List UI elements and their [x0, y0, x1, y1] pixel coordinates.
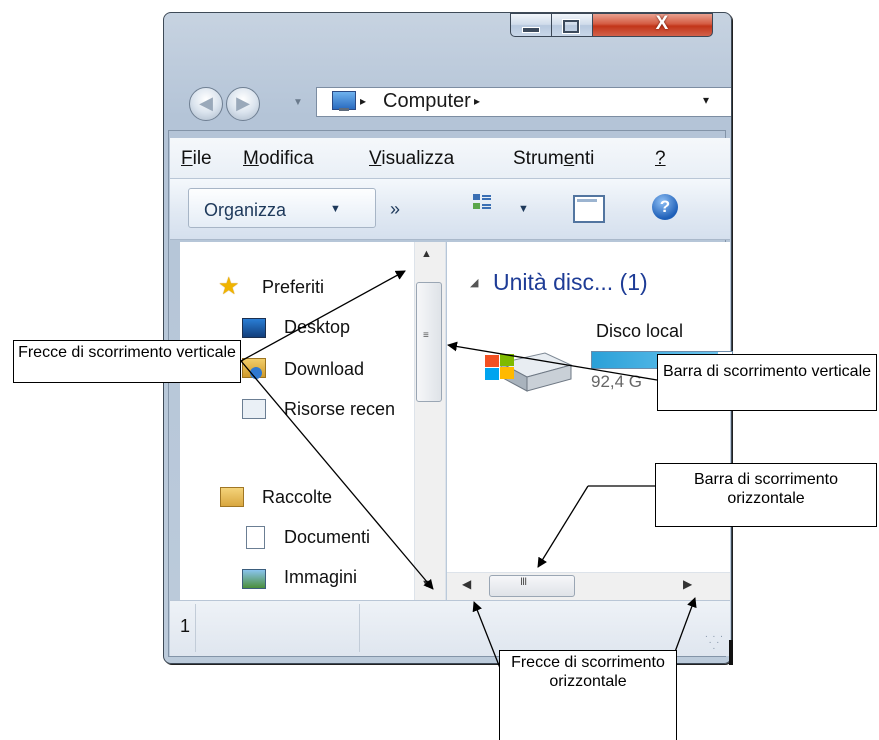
menu-file[interactable]: File: [181, 148, 212, 170]
breadcrumb-separator-icon[interactable]: ▸: [474, 91, 480, 111]
callout-vertical-scroll-arrows: Frecce di scorrimento verticale: [13, 340, 241, 383]
download-arrow-icon: [250, 367, 262, 379]
change-view-icon[interactable]: [473, 194, 491, 216]
menu-visualizza[interactable]: Visualizza: [369, 148, 454, 170]
menu-accelerator: e: [563, 148, 575, 169]
drive-name[interactable]: Disco local: [596, 320, 683, 342]
minimize-button[interactable]: [510, 13, 552, 37]
scroll-grip-icon: III: [520, 576, 527, 588]
menu-accelerator: F: [181, 148, 193, 169]
callout-vertical-scrollbar: Barra di scorrimento verticale: [657, 354, 877, 411]
collapse-group-icon[interactable]: ◢: [470, 276, 478, 289]
more-commands-button[interactable]: »: [390, 199, 400, 220]
minimize-icon: [522, 27, 540, 33]
menu-modifica-label: odifica: [258, 148, 314, 169]
help-icon[interactable]: ?: [652, 194, 678, 220]
horizontal-scroll-thumb[interactable]: [489, 575, 575, 597]
menu-accelerator: M: [243, 148, 259, 169]
back-arrow-icon: ◀: [199, 93, 213, 113]
menu-strumenti[interactable]: Strumenti: [513, 148, 594, 170]
scroll-grip-icon: ≡: [423, 330, 429, 341]
scroll-up-arrow-icon[interactable]: ▲: [421, 248, 432, 260]
view-icon-cell: [473, 203, 480, 209]
view-icon-line: [482, 207, 491, 209]
view-icon-line: [482, 195, 491, 197]
forward-button[interactable]: ▶: [226, 87, 260, 121]
back-button[interactable]: ◀: [189, 87, 223, 121]
vertical-scroll-thumb[interactable]: [416, 282, 442, 402]
nav-item-raccolte[interactable]: Raccolte: [262, 486, 332, 508]
organize-label: Organizza: [204, 200, 287, 220]
resize-grip-icon[interactable]: . . . . . .: [705, 630, 724, 652]
preview-pane-icon-bar: [577, 199, 597, 202]
status-item-count: 1: [180, 616, 191, 636]
view-icon-line: [482, 204, 491, 206]
documents-icon: [246, 526, 265, 549]
menu-accelerator: V: [369, 148, 382, 169]
scroll-right-arrow-icon[interactable]: ▶: [683, 577, 692, 591]
menu-file-label: ile: [192, 148, 212, 169]
status-divider: [195, 604, 196, 652]
pictures-icon: [242, 569, 266, 589]
menu-modifica[interactable]: Modifica: [243, 148, 314, 170]
nav-item-preferiti[interactable]: Preferiti: [262, 276, 324, 298]
view-icon-cell: [473, 194, 480, 200]
nav-item-desktop[interactable]: Desktop: [284, 316, 350, 338]
desktop-icon: [242, 318, 266, 338]
group-header-hard-drives[interactable]: Unità disc... (1): [493, 268, 648, 296]
view-options-chevron-icon[interactable]: ▼: [518, 203, 529, 215]
hard-drive-icon[interactable]: [483, 343, 573, 398]
address-dropdown-icon[interactable]: ▾: [703, 93, 709, 107]
close-icon: X: [655, 13, 669, 34]
scroll-down-arrow-icon[interactable]: ▼: [421, 578, 432, 590]
libraries-icon: [220, 487, 244, 507]
address-bar[interactable]: [316, 87, 731, 117]
star-icon: ★: [218, 273, 240, 300]
nav-item-documenti[interactable]: Documenti: [284, 526, 398, 548]
breadcrumb-separator-icon[interactable]: ▸: [360, 91, 366, 111]
scroll-left-arrow-icon[interactable]: ◀: [462, 577, 471, 591]
maximize-icon: [562, 19, 580, 34]
callout-horizontal-scrollbar: Barra di scorrimento orizzontale: [655, 463, 877, 527]
callout-horizontal-scroll-arrows: Frecce di scorrimento orizzontale: [499, 650, 677, 740]
menu-strumenti-label: nti: [574, 148, 595, 169]
menu-help[interactable]: ?: [655, 148, 666, 170]
breadcrumb-computer[interactable]: Computer: [383, 90, 471, 112]
nav-item-risorse-recenti[interactable]: Risorse recen: [284, 398, 398, 420]
nav-item-immagini[interactable]: Immagini: [284, 566, 357, 588]
chevron-down-icon: ▼: [330, 203, 341, 215]
view-icon-line: [482, 198, 491, 200]
menu-strumenti-label-pre: Strum: [513, 148, 564, 169]
nav-item-download[interactable]: Download: [284, 358, 364, 380]
status-bar: [170, 600, 730, 656]
status-divider: [359, 604, 360, 652]
recent-places-icon: [242, 399, 266, 419]
menu-visualizza-label: isualizza: [381, 148, 455, 169]
window-frame-shadow: [729, 640, 733, 665]
drive-free-space: 92,4 G: [591, 372, 643, 391]
recent-pages-dropdown[interactable]: ▼: [293, 97, 303, 108]
computer-icon-stand: [339, 108, 349, 111]
menu-accelerator: ?: [655, 148, 666, 169]
forward-arrow-icon: ▶: [236, 93, 250, 113]
